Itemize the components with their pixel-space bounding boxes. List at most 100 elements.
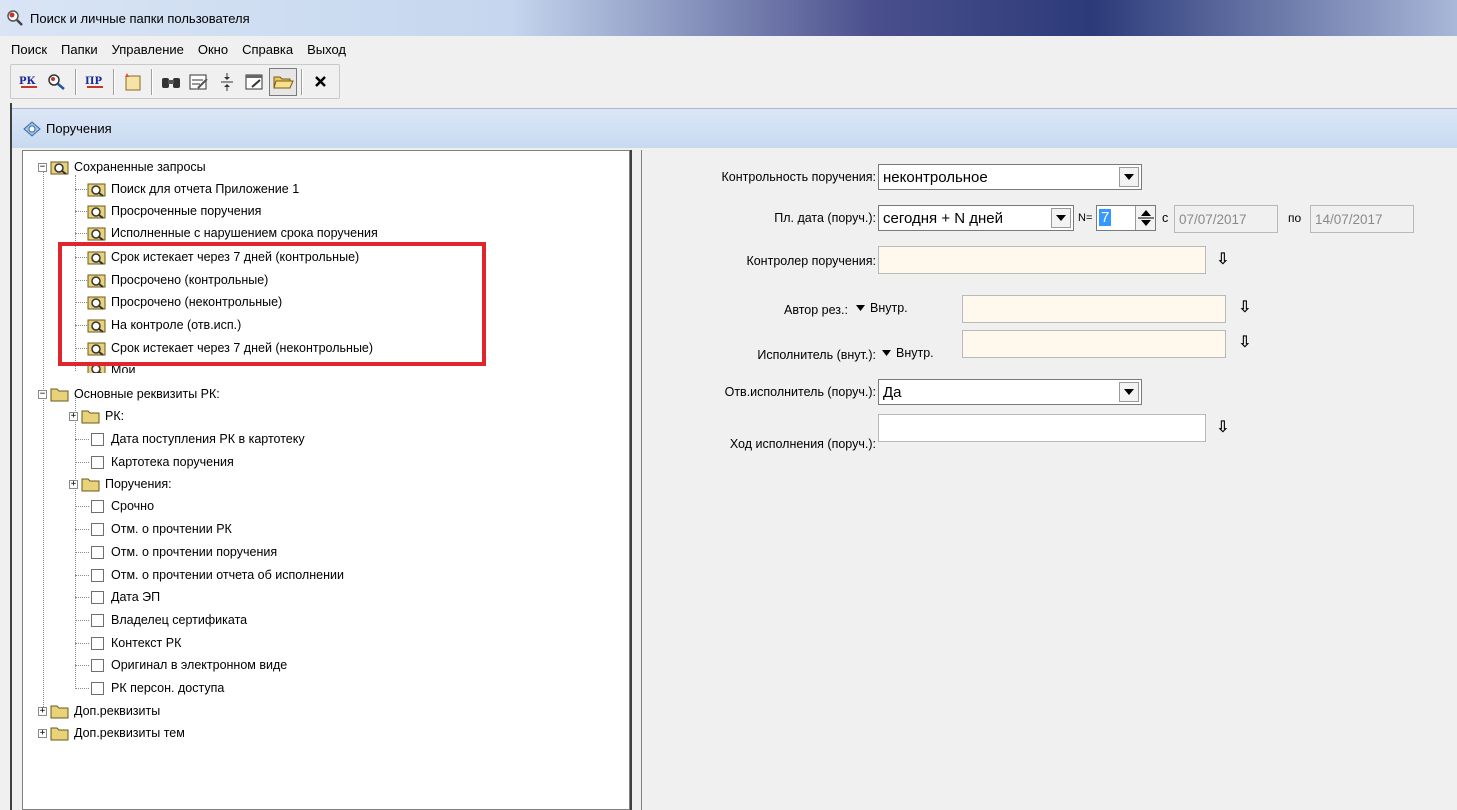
attr-checkbox[interactable]	[91, 522, 104, 536]
panel-splitter[interactable]	[630, 150, 642, 810]
tree-label: Исполненные с нарушением срока поручения	[111, 226, 378, 240]
responsible-select[interactable]: Да	[878, 379, 1142, 405]
pick-arrow-icon[interactable]: ⇩	[1216, 249, 1229, 268]
frame-border	[0, 103, 12, 810]
dropdown-arrow-icon[interactable]	[1051, 208, 1071, 228]
author-label: Автор рез.:	[784, 303, 848, 317]
folder-icon	[50, 705, 69, 719]
author-scope-toggle[interactable]: Внутр.	[856, 301, 908, 315]
executor-input[interactable]	[962, 330, 1226, 358]
progress-input[interactable]	[878, 414, 1206, 442]
menu-search[interactable]: Поиск	[4, 42, 54, 57]
tree-item-query[interactable]: Просроченные поручения	[75, 200, 261, 222]
attr-checkbox[interactable]	[91, 590, 104, 604]
collapse-icon[interactable]: −	[38, 389, 47, 399]
attr-checkbox[interactable]	[91, 613, 104, 627]
spinner-arrows-icon[interactable]	[1135, 206, 1155, 230]
query-icon	[87, 205, 106, 219]
close-button[interactable]	[307, 68, 335, 96]
tree-label: РК:	[105, 409, 125, 423]
menu-exit[interactable]: Выход	[300, 42, 353, 57]
from-date-field[interactable]: 07/07/2017	[1174, 205, 1278, 233]
scope-label: Внутр.	[896, 346, 934, 360]
expand-icon[interactable]: +	[38, 706, 47, 716]
tree-item-attr[interactable]: Картотека поручения	[75, 451, 234, 473]
tree-label: Просроченные поручения	[111, 204, 262, 218]
tree-node-rk[interactable]: + РК:	[69, 405, 124, 427]
find-button[interactable]	[157, 68, 185, 96]
tree-node-extra-topics[interactable]: + Доп.реквизиты тем	[38, 722, 185, 744]
attr-checkbox[interactable]	[91, 681, 104, 695]
search-rk-button[interactable]	[43, 68, 71, 96]
rk-button[interactable]: РК	[15, 68, 43, 96]
pr-button[interactable]: ПР	[81, 68, 109, 96]
menu-folders[interactable]: Папки	[54, 42, 105, 57]
n-value[interactable]: 7	[1099, 209, 1112, 226]
folder-icon	[50, 388, 69, 402]
tree-item-attr[interactable]: Отм. о прочтении поручения	[75, 541, 277, 563]
tree-item-query[interactable]: Поиск для отчета Приложение 1	[75, 178, 299, 200]
attr-checkbox[interactable]	[91, 432, 104, 446]
tree-item-attr[interactable]: Дата ЭП	[75, 586, 160, 608]
tree-node-assignments[interactable]: + Поручения:	[69, 473, 172, 495]
author-input[interactable]	[962, 295, 1226, 323]
collapse-icon[interactable]: −	[38, 162, 47, 172]
toolbar-separator	[113, 68, 115, 95]
dropdown-arrow-icon[interactable]	[1119, 167, 1139, 187]
tree-item-attr[interactable]: Дата поступления РК в картотеку	[75, 428, 305, 450]
tree-item-attr[interactable]: Отм. о прочтении отчета об исполнении	[75, 564, 344, 586]
triangle-down-icon	[882, 350, 891, 356]
menu-window[interactable]: Окно	[191, 42, 235, 57]
svg-text:ПР: ПР	[85, 76, 102, 87]
tree-label: Контекст РК	[111, 636, 182, 650]
rk-icon: РК	[19, 76, 37, 88]
tree-node-extra[interactable]: + Доп.реквизиты	[38, 700, 160, 722]
save-query-button[interactable]	[241, 68, 269, 96]
to-label: по	[1288, 211, 1302, 225]
tree-node-saved-queries[interactable]: − Сохраненные запросы	[38, 156, 206, 178]
tree-item-attr[interactable]: Срочно	[75, 495, 154, 517]
progress-label: Ход исполнения (поруч.):	[729, 437, 876, 451]
expand-icon[interactable]: +	[69, 411, 78, 421]
dropdown-arrow-icon[interactable]	[1119, 382, 1139, 402]
date-mode-select[interactable]: сегодня + N дней	[878, 205, 1074, 231]
expand-icon[interactable]: +	[69, 479, 78, 489]
pick-arrow-icon[interactable]: ⇩	[1216, 417, 1229, 436]
tree-label: Дата поступления РК в картотеку	[111, 432, 305, 446]
tree-item-query[interactable]: Исполненные с нарушением срока поручения	[75, 222, 378, 244]
menu-help[interactable]: Справка	[235, 42, 300, 57]
date-mode-value: сегодня + N дней	[883, 209, 1004, 227]
n-spinner[interactable]: 7	[1096, 205, 1156, 231]
query-icon	[87, 227, 106, 241]
attr-checkbox[interactable]	[91, 636, 104, 650]
tree-node-main-attrs[interactable]: − Основные реквизиты РК:	[38, 383, 220, 405]
tree-item-attr[interactable]: Оригинал в электронном виде	[75, 654, 287, 676]
tree-item-attr[interactable]: РК персон. доступа	[75, 677, 224, 699]
tree-item-attr[interactable]: Отм. о прочтении РК	[75, 518, 232, 540]
expand-icon[interactable]: +	[38, 728, 47, 738]
attr-checkbox[interactable]	[91, 499, 104, 513]
attr-checkbox[interactable]	[91, 455, 104, 469]
to-date-field[interactable]: 14/07/2017	[1310, 205, 1414, 233]
controller-input[interactable]	[878, 246, 1206, 274]
edit-query-button[interactable]	[185, 68, 213, 96]
pick-arrow-icon[interactable]: ⇩	[1238, 297, 1251, 316]
tree-item-attr[interactable]: Владелец сертификата	[75, 609, 247, 631]
attr-checkbox[interactable]	[91, 568, 104, 582]
attr-checkbox[interactable]	[91, 545, 104, 559]
control-select[interactable]: неконтрольное	[878, 164, 1142, 190]
date-label: Пл. дата (поруч.):	[774, 211, 876, 225]
tree-item-attr[interactable]: Контекст РК	[75, 632, 181, 654]
new-folder-button[interactable]	[119, 68, 147, 96]
split-button[interactable]	[213, 68, 241, 96]
open-folder-button[interactable]	[269, 67, 297, 96]
tree-label: РК персон. доступа	[111, 681, 225, 695]
title-bar: Поиск и личные папки пользователя	[0, 0, 1457, 36]
menu-bar: Поиск Папки Управление Окно Справка Выхо…	[0, 36, 1457, 62]
menu-manage[interactable]: Управление	[105, 42, 191, 57]
window-edit-icon	[245, 74, 263, 89]
attr-checkbox[interactable]	[91, 658, 104, 672]
tree-label: Дата ЭП	[111, 590, 161, 604]
executor-scope-toggle[interactable]: Внутр.	[882, 346, 934, 360]
pick-arrow-icon[interactable]: ⇩	[1238, 332, 1251, 351]
